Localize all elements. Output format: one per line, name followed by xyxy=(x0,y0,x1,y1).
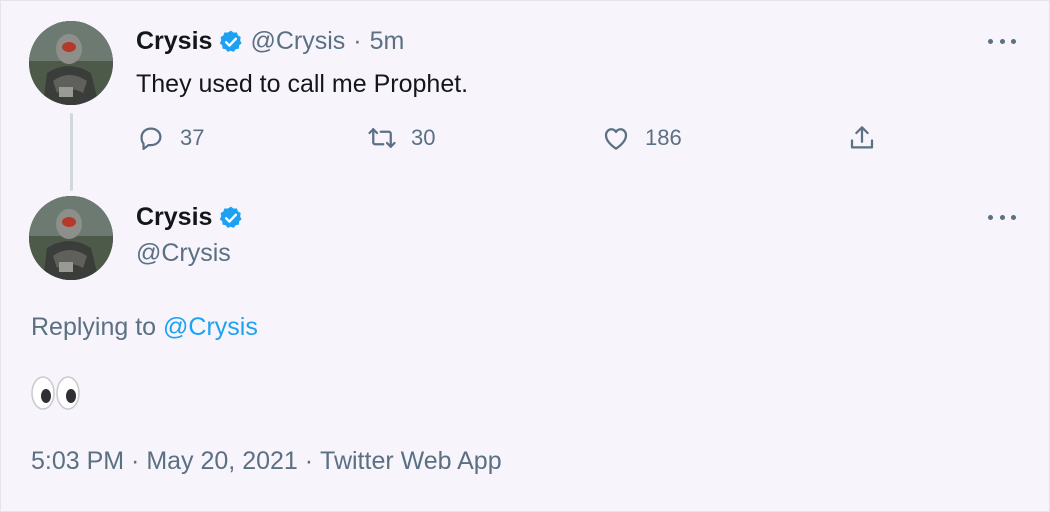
verified-badge-icon xyxy=(220,206,242,228)
reply-count: 37 xyxy=(180,125,205,150)
like-button[interactable]: 186 xyxy=(601,123,682,153)
separator: · xyxy=(297,447,321,475)
tweet-date[interactable]: May 20, 2021 xyxy=(146,447,298,476)
timestamp[interactable]: 5m xyxy=(370,27,405,56)
reply-button[interactable]: 37 xyxy=(136,123,204,153)
share-icon xyxy=(850,126,874,149)
thread-line xyxy=(70,113,73,191)
replying-to: Replying to @Crysis xyxy=(31,313,258,342)
tweet-time[interactable]: 5:03 PM xyxy=(31,447,124,476)
reply-icon xyxy=(140,127,162,150)
like-count: 186 xyxy=(645,125,682,150)
separator: · xyxy=(124,447,147,475)
display-name[interactable]: Crysis xyxy=(136,203,212,232)
tweet-source[interactable]: Twitter Web App xyxy=(320,447,502,476)
like-icon xyxy=(604,128,628,150)
verified-badge-icon xyxy=(220,30,242,52)
retweet-count: 30 xyxy=(411,125,436,150)
more-icon[interactable] xyxy=(988,31,1016,51)
retweet-button[interactable]: 30 xyxy=(367,123,435,153)
share-button[interactable] xyxy=(847,123,877,153)
tweet-metadata: 5:03 PM · May 20, 2021 · Twitter Web App xyxy=(31,447,502,476)
avatar[interactable] xyxy=(29,21,113,105)
tweet-header: Crysis xyxy=(136,203,244,232)
more-icon[interactable] xyxy=(988,207,1016,227)
replying-handle-link[interactable]: @Crysis xyxy=(163,313,258,341)
tweet-thread-card: Crysis @Crysis · 5m They used to call me… xyxy=(0,0,1050,512)
display-name[interactable]: Crysis xyxy=(136,27,212,56)
retweet-icon xyxy=(368,128,396,148)
avatar[interactable] xyxy=(29,196,113,280)
tweet-header: Crysis @Crysis · 5m xyxy=(136,27,404,56)
separator: · xyxy=(353,27,362,55)
handle[interactable]: @Crysis xyxy=(136,239,231,268)
handle[interactable]: @Crysis xyxy=(250,27,345,56)
tweet-text: They used to call me Prophet. xyxy=(136,70,469,98)
replying-prefix: Replying to xyxy=(31,313,157,341)
eyes-emoji xyxy=(31,373,81,413)
